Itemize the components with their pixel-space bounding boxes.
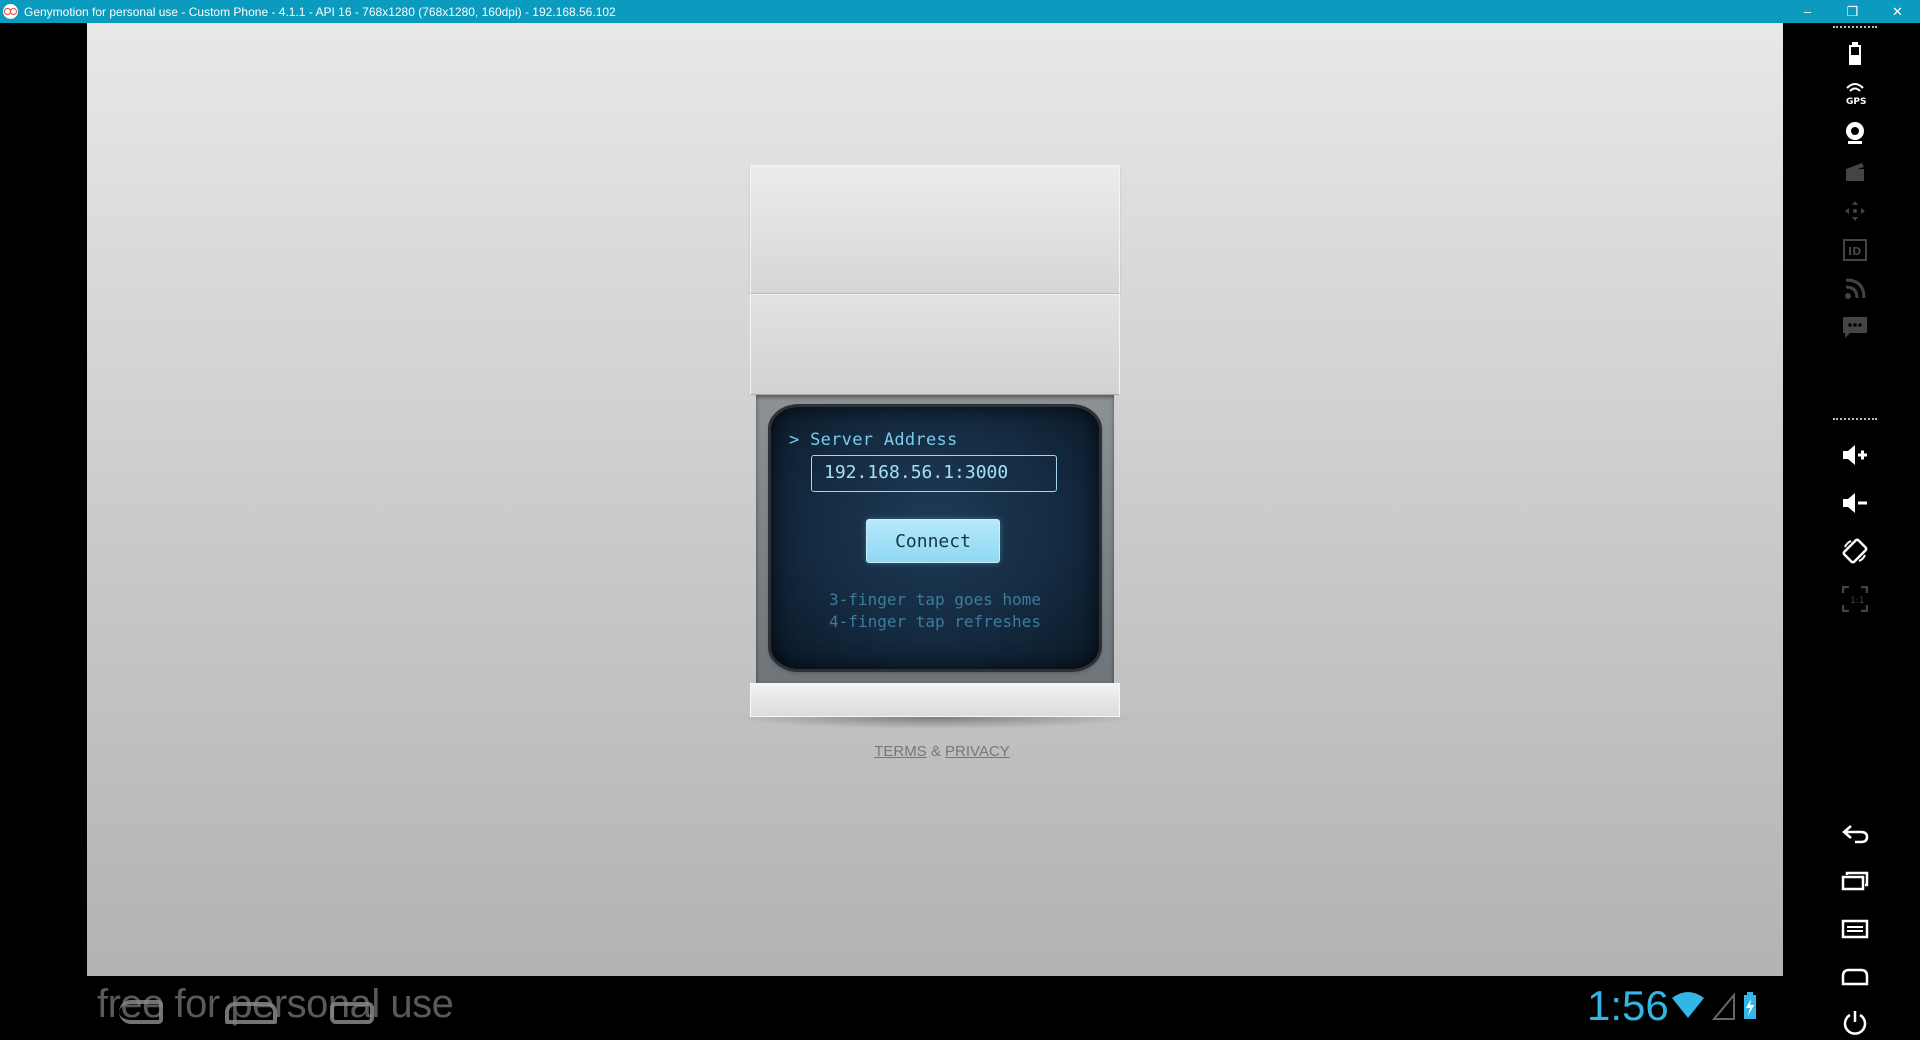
android-screen[interactable]: > Server Address 192.168.56.1:3000 Conne… [87, 23, 1783, 976]
power-icon[interactable] [1841, 1009, 1869, 1037]
window-title: Genymotion for personal use - Custom Pho… [24, 4, 616, 19]
connect-button[interactable]: Connect [866, 519, 1000, 563]
device-id-icon[interactable]: ID [1841, 236, 1869, 264]
server-address-label: > Server Address [789, 430, 958, 450]
genymotion-sidebar: GPS ID 1:1 [1783, 23, 1920, 1040]
device-panel-top [750, 165, 1120, 294]
monitor-frame: > Server Address 192.168.56.1:3000 Conne… [756, 395, 1114, 683]
server-address-input[interactable]: 192.168.56.1:3000 [811, 455, 1057, 492]
sidebar-divider-mid [1833, 418, 1877, 420]
battery-charging-icon [1744, 992, 1756, 1019]
close-button[interactable]: ✕ [1875, 0, 1920, 23]
sidebar-divider-top [1833, 26, 1877, 28]
dpad-icon[interactable] [1841, 197, 1869, 225]
device-base [750, 683, 1120, 717]
volume-down-icon[interactable] [1841, 489, 1869, 517]
menu-icon[interactable] [1841, 915, 1869, 943]
home-icon[interactable] [1841, 962, 1869, 990]
signal-icon [1712, 992, 1735, 1020]
window-titlebar[interactable]: Genymotion for personal use - Custom Pho… [0, 0, 1920, 23]
capture-icon[interactable] [1841, 158, 1869, 186]
gesture-hints: 3-finger tap goes home 4-finger tap refr… [771, 589, 1099, 633]
genymotion-logo-icon [3, 4, 18, 19]
sms-icon[interactable] [1841, 314, 1869, 342]
privacy-link[interactable]: PRIVACY [945, 743, 1010, 760]
device-shadow [730, 717, 1140, 729]
nav-back-button[interactable] [119, 1000, 163, 1024]
terms-privacy: TERMS & PRIVACY [862, 743, 1022, 760]
network-icon[interactable] [1841, 275, 1869, 303]
hint-home: 3-finger tap goes home [829, 590, 1041, 609]
svg-text:GPS: GPS [1846, 97, 1866, 106]
gps-icon[interactable]: GPS [1841, 79, 1869, 107]
minimize-button[interactable]: – [1785, 0, 1830, 23]
android-nav-bar: free for personal use 1:56 [87, 976, 1783, 1040]
terms-link[interactable]: TERMS [874, 743, 927, 760]
window-controls: – ❐ ✕ [1785, 0, 1920, 23]
back-icon[interactable] [1841, 820, 1869, 848]
hint-refresh: 4-finger tap refreshes [829, 612, 1041, 631]
restore-button[interactable]: ❐ [1830, 0, 1875, 23]
nav-home-button[interactable] [225, 1002, 277, 1024]
svg-text:ID: ID [1848, 245, 1861, 258]
status-clock: 1:56 [1587, 982, 1669, 1029]
scale-icon[interactable]: 1:1 [1841, 585, 1869, 613]
rotate-icon[interactable] [1841, 537, 1869, 565]
nav-recents-button[interactable] [330, 1002, 374, 1024]
svg-text:1:1: 1:1 [1850, 596, 1864, 606]
volume-up-icon[interactable] [1841, 441, 1869, 469]
webcam-icon[interactable] [1841, 119, 1869, 147]
connect-device: > Server Address 192.168.56.1:3000 Conne… [730, 165, 1140, 729]
wifi-icon [1672, 992, 1704, 1018]
crt-screen: > Server Address 192.168.56.1:3000 Conne… [771, 407, 1099, 669]
ampersand: & [930, 743, 941, 760]
status-icons [1670, 990, 1758, 1020]
battery-icon[interactable] [1841, 40, 1869, 68]
recent-apps-icon[interactable] [1841, 867, 1869, 895]
device-panel-middle [750, 294, 1120, 395]
